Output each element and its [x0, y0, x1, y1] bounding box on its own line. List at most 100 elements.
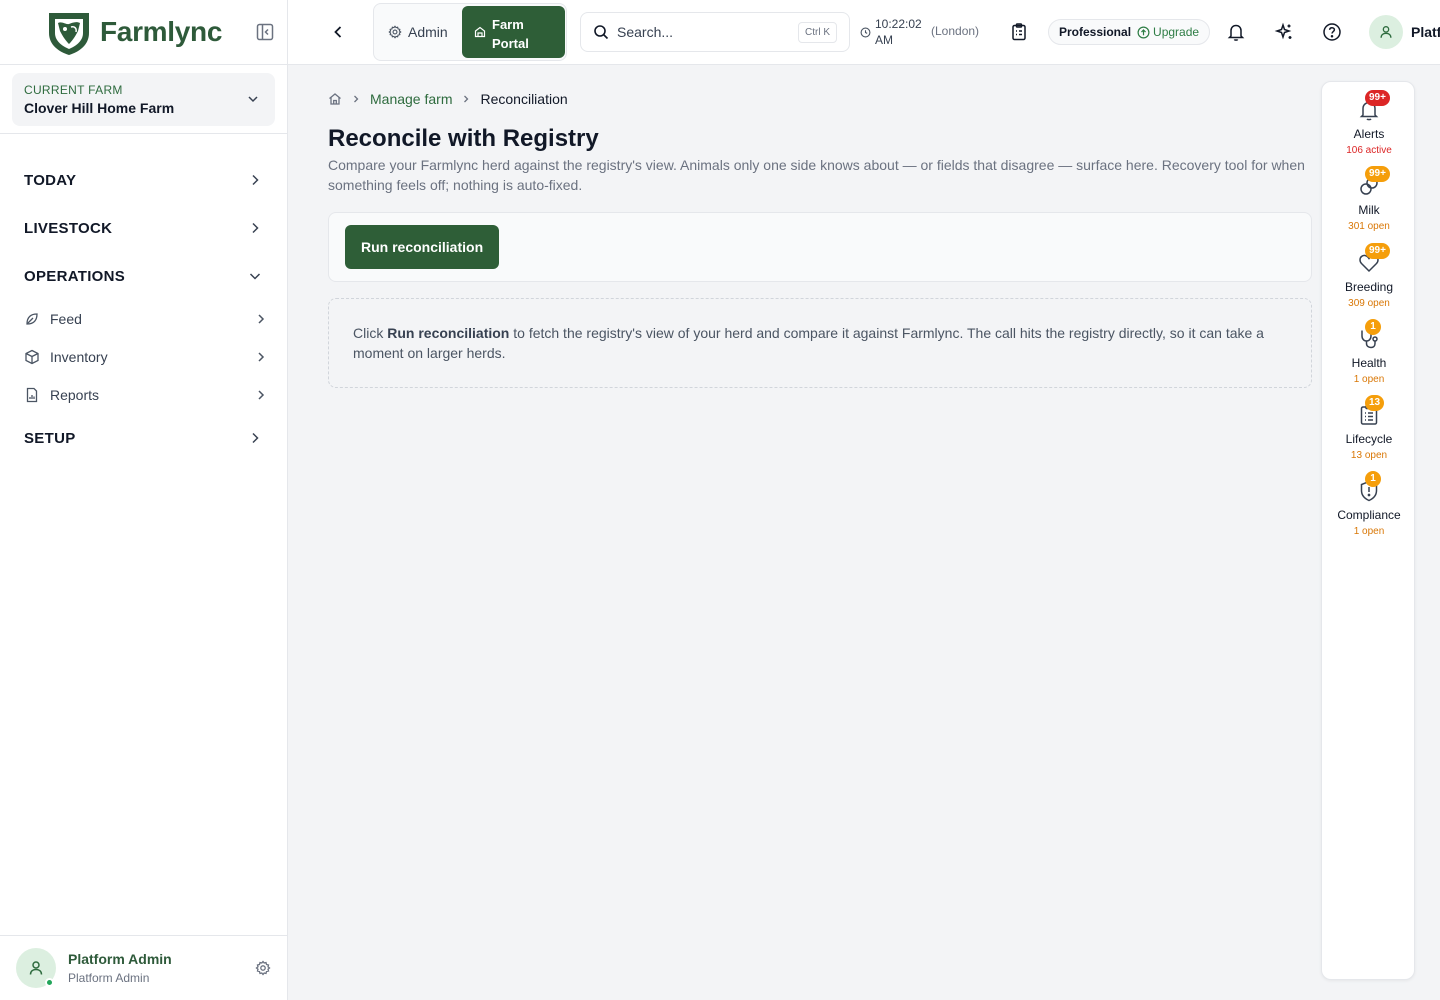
chevron-right-icon	[354, 95, 359, 103]
rail-badge: 13	[1365, 395, 1385, 411]
plan-badge[interactable]: Professional Upgrade	[1048, 19, 1211, 45]
page-description: Compare your Farmlync herd against the r…	[328, 157, 1305, 193]
clock-timezone: (London)	[931, 24, 980, 38]
rail-sub: 1 open	[1353, 374, 1385, 385]
sidebar-item-reports[interactable]: Reports	[0, 376, 287, 414]
rail-label: Breeding	[1344, 280, 1394, 294]
info-card: Click Run reconciliation to fetch the re…	[328, 298, 1312, 388]
sidebar-nav: TODAY LIVESTOCK OPERATIONS Feed Inventor…	[0, 134, 287, 462]
current-farm-selector[interactable]: CURRENT FARM Clover Hill Home Farm	[12, 73, 275, 126]
sidebar-item-label: Inventory	[50, 349, 108, 365]
rail-item-alerts[interactable]: 99+ Alerts 106 active	[1322, 90, 1416, 158]
sidebar: Farmlync CURRENT FARM Clover Hill Home F…	[0, 0, 288, 1000]
online-status-dot	[45, 978, 54, 987]
profile-menu[interactable]: Platf	[1369, 15, 1440, 49]
collapse-sidebar-icon[interactable]	[255, 22, 275, 42]
help-circle-icon[interactable]	[1322, 22, 1342, 42]
rail-label: Milk	[1358, 203, 1380, 217]
current-farm-label: CURRENT FARM	[24, 83, 123, 97]
rail-label: Alerts	[1353, 127, 1385, 141]
sparkles-icon[interactable]	[1274, 22, 1294, 42]
sidebar-item-label: Reports	[50, 387, 100, 403]
rail-sub: 106 active	[1346, 145, 1392, 156]
search-placeholder: Search...	[617, 24, 674, 40]
farm-portal-label-line2: Portal	[492, 36, 529, 51]
chevron-right-icon	[252, 432, 259, 444]
rail-item-milk[interactable]: 99+ Milk 301 open	[1322, 166, 1416, 234]
user-icon	[29, 961, 43, 975]
sidebar-item-inventory[interactable]: Inventory	[0, 338, 287, 376]
breadcrumb-current: Reconciliation	[480, 91, 568, 107]
nav-section-label: SETUP	[24, 429, 76, 447]
clock-time: 10:22:02	[875, 17, 922, 31]
clock-ampm: AM	[875, 33, 893, 47]
clipboard-icon[interactable]	[1009, 22, 1029, 42]
page-title: Reconcile with Registry	[328, 125, 599, 152]
upgrade-link[interactable]: Upgrade	[1153, 25, 1199, 39]
user-role: Platform Admin	[68, 971, 150, 985]
rail-badge: 99+	[1365, 90, 1390, 106]
chevron-right-icon	[252, 222, 259, 234]
nav-section-operations[interactable]: OPERATIONS	[0, 252, 287, 300]
rail-badge: 1	[1365, 319, 1381, 335]
package-icon	[25, 349, 39, 365]
bell-icon[interactable]	[1226, 22, 1246, 42]
rail-sub: 301 open	[1348, 221, 1390, 232]
breadcrumb-manage-farm[interactable]: Manage farm	[370, 91, 452, 107]
nav-section-livestock[interactable]: LIVESTOCK	[0, 204, 287, 252]
farm-portal-tab[interactable]: Farm Portal	[462, 6, 565, 58]
rail-badge: 1	[1365, 471, 1381, 487]
farm-portal-label-line1: Farm	[492, 17, 524, 32]
leaf-icon	[26, 313, 38, 325]
portal-switcher: Admin Farm Portal	[373, 3, 567, 61]
chevron-right-icon	[252, 174, 259, 186]
chevron-right-icon	[258, 390, 265, 400]
nav-section-label: OPERATIONS	[24, 267, 126, 285]
rail-item-compliance[interactable]: 1 Compliance 1 open	[1322, 471, 1416, 539]
clock: 10:22:02 AM (London)	[860, 16, 979, 48]
run-reconciliation-button[interactable]: Run reconciliation	[345, 225, 500, 269]
info-bold: Run reconciliation	[387, 325, 510, 341]
brand-name: Farmlync	[100, 16, 223, 47]
back-chevron-icon[interactable]	[328, 22, 348, 42]
report-icon	[26, 387, 38, 403]
logo-row: Farmlync	[0, 0, 287, 65]
user-footer: Platform Admin Platform Admin	[0, 935, 287, 1000]
search-shortcut: Ctrl K	[798, 21, 837, 43]
rail-label: Health	[1351, 356, 1387, 370]
rail-badge: 99+	[1365, 243, 1390, 259]
profile-name: Platf	[1411, 24, 1440, 40]
sidebar-item-feed[interactable]: Feed	[0, 300, 287, 338]
action-card: Run reconciliation	[328, 212, 1312, 282]
chevron-right-icon	[258, 314, 265, 324]
rail-sub: 1 open	[1353, 526, 1385, 537]
sidebar-item-label: Feed	[50, 311, 82, 327]
upgrade-arrow-icon	[1137, 26, 1150, 38]
rail-badge: 99+	[1365, 166, 1390, 182]
rail-item-breeding[interactable]: 99+ Breeding 309 open	[1322, 243, 1416, 311]
admin-tab[interactable]: Admin	[388, 20, 448, 44]
top-bar: Admin Farm Portal Search... Ctrl K 10:22…	[288, 0, 1440, 65]
breadcrumb: Manage farm Reconciliation	[328, 89, 1312, 109]
rail-item-health[interactable]: 1 Health 1 open	[1322, 319, 1416, 387]
nav-section-label: LIVESTOCK	[24, 219, 113, 237]
search-input[interactable]: Search... Ctrl K	[580, 12, 850, 52]
home-icon[interactable]	[328, 92, 342, 106]
gear-icon	[388, 25, 402, 39]
avatar[interactable]	[16, 948, 56, 988]
rail-item-lifecycle[interactable]: 13 Lifecycle 13 open	[1322, 395, 1416, 463]
farmlync-logo-icon	[49, 13, 89, 55]
info-prefix: Click	[353, 325, 384, 341]
plan-name: Professional	[1059, 25, 1132, 39]
rail-label: Lifecycle	[1345, 432, 1393, 446]
user-icon	[1380, 26, 1392, 38]
clock-icon	[860, 27, 871, 38]
user-name: Platform Admin	[68, 951, 172, 967]
current-farm-name: Clover Hill Home Farm	[24, 100, 175, 116]
chevron-right-icon	[464, 95, 469, 103]
nav-section-setup[interactable]: SETUP	[0, 414, 287, 462]
nav-section-label: TODAY	[24, 171, 77, 189]
main-content: Manage farm Reconciliation Reconcile wit…	[328, 65, 1312, 388]
nav-section-today[interactable]: TODAY	[0, 156, 287, 204]
gear-icon[interactable]	[255, 960, 271, 976]
